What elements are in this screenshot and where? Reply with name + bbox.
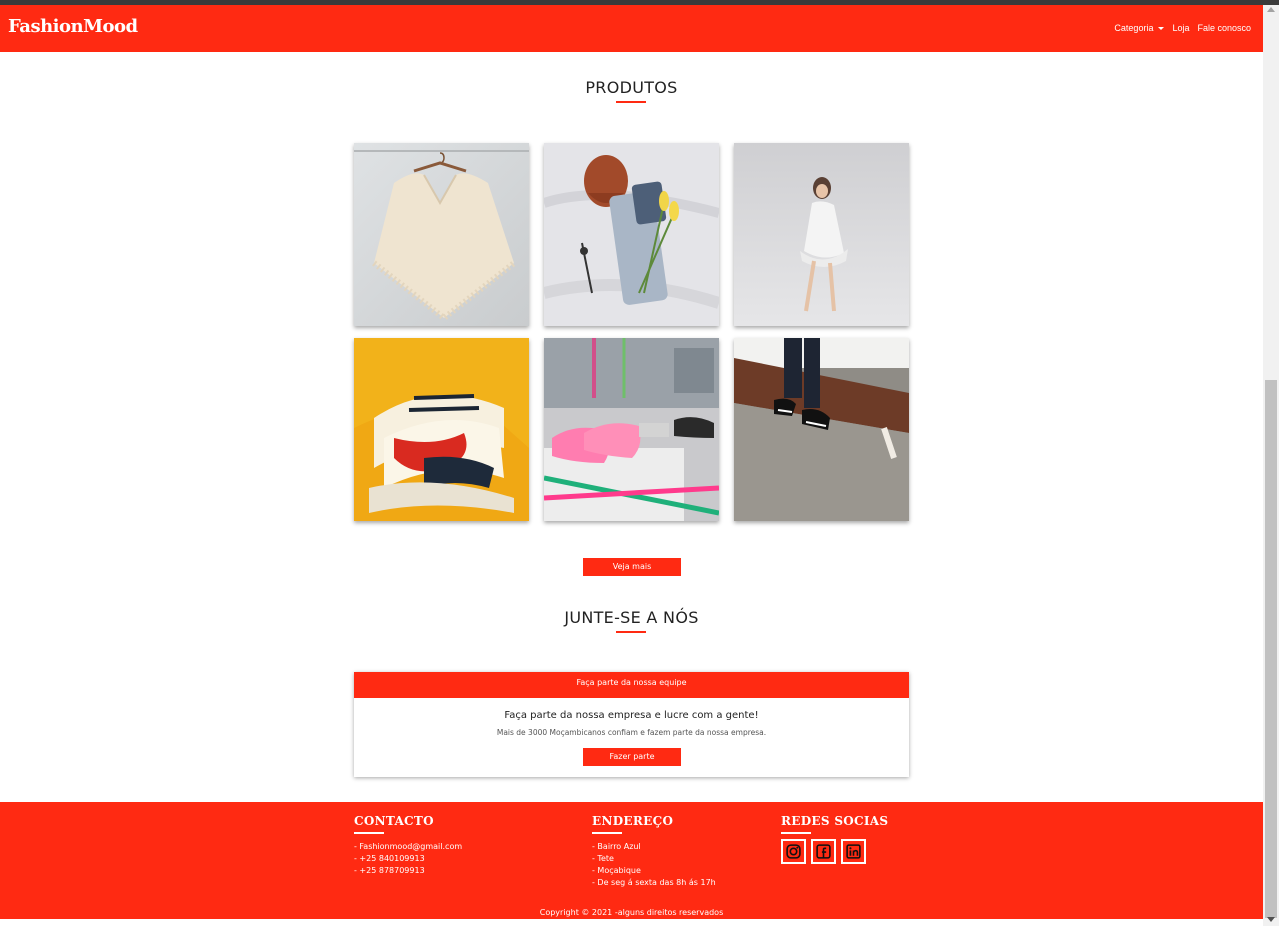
footer-social-heading: REDES SOCIAS: [781, 814, 889, 828]
footer-copyright: Copyright © 2021 -alguns direitos reserv…: [539, 908, 724, 917]
footer-contact-underline: [354, 832, 384, 834]
product-image-flatlay: [544, 143, 719, 326]
instagram-button[interactable]: [781, 839, 806, 864]
product-grid: [354, 143, 910, 522]
veja-mais-button[interactable]: Veja mais: [583, 558, 681, 576]
join-title-underline: [616, 631, 646, 633]
facebook-icon: [816, 844, 831, 859]
products-title: PRODUTOS: [585, 78, 678, 97]
product-image-sneakers-pink: [544, 338, 719, 521]
nav-loja-link[interactable]: Loja: [1172, 23, 1189, 33]
product-image-poncho: [354, 143, 529, 326]
product-image-dress: [734, 143, 909, 326]
linkedin-button[interactable]: [841, 839, 866, 864]
scrollbar-thumb[interactable]: [1265, 380, 1277, 918]
scroll-down-arrow-icon[interactable]: [1267, 917, 1275, 922]
join-card-text: Mais de 3000 Moçambicanos confiam e faze…: [496, 728, 767, 737]
facebook-button[interactable]: [811, 839, 836, 864]
footer-address-hours: - De seg á sexta das 8h ás 17h: [592, 878, 716, 887]
navbar: FashionMood Categoria Loja Fale conosco: [0, 5, 1263, 52]
linkedin-icon: [846, 844, 861, 859]
footer-address-line: - Tete: [592, 854, 614, 863]
footer-contact-email[interactable]: - Fashionmood@gmail.com: [354, 841, 462, 853]
join-card-header: Faça parte da nossa equipe: [354, 672, 909, 698]
social-icons-row: [781, 839, 888, 864]
product-card-sneakers-yellow[interactable]: [354, 338, 529, 521]
scroll-up-arrow-icon[interactable]: [1267, 7, 1275, 12]
footer-address: ENDEREÇO - Bairro Azul - Tete - Moçabiqu…: [592, 814, 716, 889]
product-card-poncho[interactable]: [354, 143, 529, 326]
footer-contact-heading: CONTACTO: [354, 814, 434, 828]
footer-social-underline: [781, 832, 811, 834]
product-card-dress[interactable]: [734, 143, 909, 326]
product-card-sneakers-pink[interactable]: [544, 338, 719, 521]
footer-social: REDES SOCIAS: [781, 814, 888, 864]
join-title: JUNTE-SE A NÓS: [564, 608, 699, 627]
nav-fale-conosco-link[interactable]: Fale conosco: [1197, 23, 1251, 33]
footer-address-line: - Moçabique: [592, 866, 641, 875]
nav-categoria-label: Categoria: [1114, 23, 1154, 33]
product-image-skater: [734, 338, 909, 521]
nav-links: Categoria Loja Fale conosco: [1114, 23, 1251, 33]
page-bottom-edge: [0, 919, 1263, 926]
product-card-flatlay[interactable]: [544, 143, 719, 326]
footer-contact: CONTACTO - Fashionmood@gmail.com - +25 8…: [354, 814, 462, 877]
fazer-parte-button[interactable]: Fazer parte: [583, 748, 681, 766]
footer-contact-phone-2: - +25 878709913: [354, 866, 425, 875]
caret-down-icon: [1158, 26, 1165, 30]
nav-categoria-dropdown[interactable]: Categoria: [1114, 23, 1165, 33]
join-card-heading: Faça parte da nossa empresa e lucre com …: [504, 710, 759, 721]
join-card: Faça parte da nossa equipe Faça parte da…: [354, 672, 909, 777]
products-title-underline: [616, 101, 646, 103]
footer: CONTACTO - Fashionmood@gmail.com - +25 8…: [0, 802, 1263, 919]
product-image-sneakers-yellow: [354, 338, 529, 521]
instagram-icon: [786, 844, 801, 859]
footer-address-line: - Bairro Azul: [592, 842, 641, 851]
footer-address-heading: ENDEREÇO: [592, 814, 674, 828]
page-scrollbar[interactable]: [1263, 5, 1279, 926]
brand-logo[interactable]: FashionMood: [8, 16, 138, 37]
footer-contact-phone-1: - +25 840109913: [354, 854, 425, 863]
product-card-skater[interactable]: [734, 338, 909, 521]
footer-address-underline: [592, 832, 622, 834]
